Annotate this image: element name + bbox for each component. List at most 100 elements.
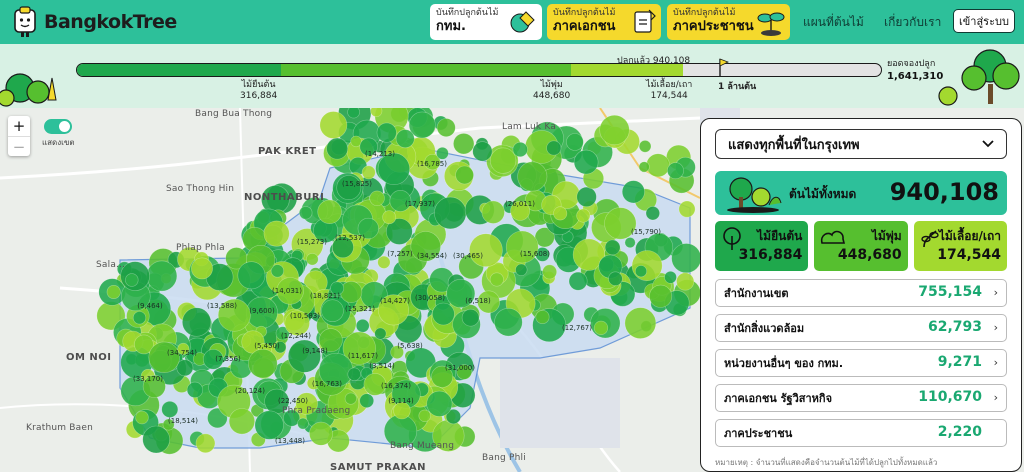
record-public-button[interactable]: บันทึกปลูกต้นไม้ ภาคประชาชน: [667, 4, 790, 40]
tree-dot[interactable]: [494, 308, 523, 337]
tree-dot[interactable]: [649, 284, 673, 308]
tree-dot[interactable]: [472, 141, 493, 162]
tree-dot[interactable]: [228, 408, 255, 435]
tree-dot[interactable]: [347, 367, 361, 381]
tree-dot[interactable]: [306, 253, 319, 266]
tree-dot[interactable]: [370, 108, 383, 117]
tree-dot[interactable]: [489, 272, 504, 287]
tree-dot[interactable]: [631, 250, 663, 282]
tree-dot[interactable]: [369, 190, 385, 207]
tree-dot[interactable]: [135, 410, 149, 425]
tree-dot[interactable]: [142, 425, 170, 454]
zoom-out-button[interactable]: −: [8, 136, 30, 156]
tree-dot[interactable]: [434, 196, 467, 230]
tree-dot[interactable]: [299, 206, 313, 220]
tree-dot[interactable]: [453, 133, 475, 155]
tree-dot[interactable]: [576, 208, 591, 223]
tree-dot[interactable]: [309, 421, 333, 446]
tree-dot[interactable]: [546, 140, 562, 156]
tree-dot[interactable]: [566, 133, 584, 151]
tree-dot[interactable]: [573, 149, 599, 175]
tree-dot[interactable]: [481, 200, 505, 224]
tree-dot[interactable]: [191, 257, 213, 280]
tree-dot[interactable]: [317, 199, 342, 225]
tree-dot[interactable]: [593, 320, 609, 335]
tree-dot[interactable]: [340, 281, 363, 304]
record-bma-button[interactable]: บันทึกปลูกต้นไม้ กทม.: [430, 4, 542, 40]
tree-dot[interactable]: [515, 263, 528, 276]
area-select-dropdown[interactable]: แสดงทุกพื้นที่ในกรุงเทพ: [715, 129, 1007, 159]
tree-dot[interactable]: [176, 359, 194, 377]
source-environment-dept[interactable]: สำนักสิ่งแวดล้อม 62,793 ›: [715, 314, 1007, 342]
tree-dot[interactable]: [505, 230, 539, 264]
tree-dot[interactable]: [376, 122, 397, 143]
tree-dot[interactable]: [634, 265, 647, 278]
tree-dot[interactable]: [248, 348, 278, 379]
tree-dot[interactable]: [146, 260, 178, 292]
tree-dot[interactable]: [568, 271, 588, 291]
tree-dot[interactable]: [321, 299, 344, 322]
tree-dot[interactable]: [344, 392, 357, 405]
tree-dot[interactable]: [553, 206, 568, 221]
tree-dot[interactable]: [106, 285, 121, 300]
nav-about[interactable]: เกี่ยวกับเรา: [884, 13, 941, 32]
tree-dot[interactable]: [599, 114, 630, 146]
tree-dot[interactable]: [287, 339, 321, 373]
tree-dot[interactable]: [455, 165, 474, 185]
tree-dot[interactable]: [319, 111, 348, 139]
tree-dot[interactable]: [297, 417, 309, 430]
record-private-button[interactable]: บันทึกปลูกต้นไม้ ภาคเอกชน: [547, 4, 661, 40]
tree-dot[interactable]: [621, 180, 645, 204]
tree-dot[interactable]: [624, 307, 657, 339]
tree-dot[interactable]: [263, 220, 290, 247]
source-other-bma-units[interactable]: หน่วยงานอื่นๆ ของ กทม. 9,271 ›: [715, 349, 1007, 377]
tree-dot[interactable]: [432, 302, 455, 326]
tree-dot[interactable]: [638, 161, 650, 173]
tree-dot[interactable]: [469, 233, 503, 267]
tree-dot[interactable]: [361, 165, 376, 180]
tree-dot[interactable]: [676, 272, 695, 291]
tree-dot[interactable]: [461, 308, 480, 327]
tree-dot[interactable]: [490, 147, 517, 174]
tree-dot[interactable]: [576, 186, 597, 207]
tree-dot[interactable]: [148, 341, 180, 374]
tree-dot[interactable]: [667, 162, 684, 180]
tree-dot[interactable]: [382, 210, 397, 225]
tree-dot[interactable]: [132, 311, 147, 325]
tree-dot[interactable]: [254, 410, 284, 440]
tree-dot[interactable]: [604, 239, 621, 256]
show-district-toggle[interactable]: [44, 119, 72, 134]
tree-dot[interactable]: [395, 129, 415, 149]
tree-dot[interactable]: [678, 200, 696, 218]
tree-dot[interactable]: [542, 264, 557, 280]
tree-dot[interactable]: [436, 146, 449, 160]
tree-dot[interactable]: [535, 310, 550, 325]
tree-dot[interactable]: [161, 400, 179, 418]
tree-dot[interactable]: [418, 409, 431, 422]
tree-dot[interactable]: [359, 393, 375, 409]
tree-dot[interactable]: [436, 118, 456, 138]
tree-dot[interactable]: [347, 108, 360, 119]
nav-tree-map[interactable]: แผนที่ต้นไม้: [803, 13, 864, 32]
tree-dot[interactable]: [186, 381, 203, 399]
tree-dot[interactable]: [664, 271, 677, 284]
tree-dot[interactable]: [638, 140, 652, 153]
tree-dot[interactable]: [374, 327, 387, 340]
zoom-in-button[interactable]: +: [8, 116, 30, 136]
tree-dot[interactable]: [355, 319, 370, 333]
tree-dot[interactable]: [237, 261, 266, 290]
login-button[interactable]: เข้าสู่ระบบ: [953, 9, 1015, 33]
tree-dot[interactable]: [512, 141, 528, 158]
tree-dot[interactable]: [426, 390, 453, 417]
tree-dot[interactable]: [645, 206, 660, 221]
tree-dot[interactable]: [195, 433, 216, 454]
tree-dot[interactable]: [125, 273, 139, 287]
tree-dot[interactable]: [646, 153, 670, 178]
site-logo[interactable]: BangkokTree: [10, 6, 177, 38]
source-private-state-enterprise[interactable]: ภาคเอกชน รัฐวิสาหกิจ 110,670 ›: [715, 384, 1007, 412]
tree-dot[interactable]: [182, 307, 212, 337]
tree-dot[interactable]: [624, 237, 636, 249]
tree-dot[interactable]: [671, 243, 702, 274]
tree-dot[interactable]: [608, 271, 623, 286]
source-district-office[interactable]: สำนักงานเขต 755,154 ›: [715, 279, 1007, 307]
